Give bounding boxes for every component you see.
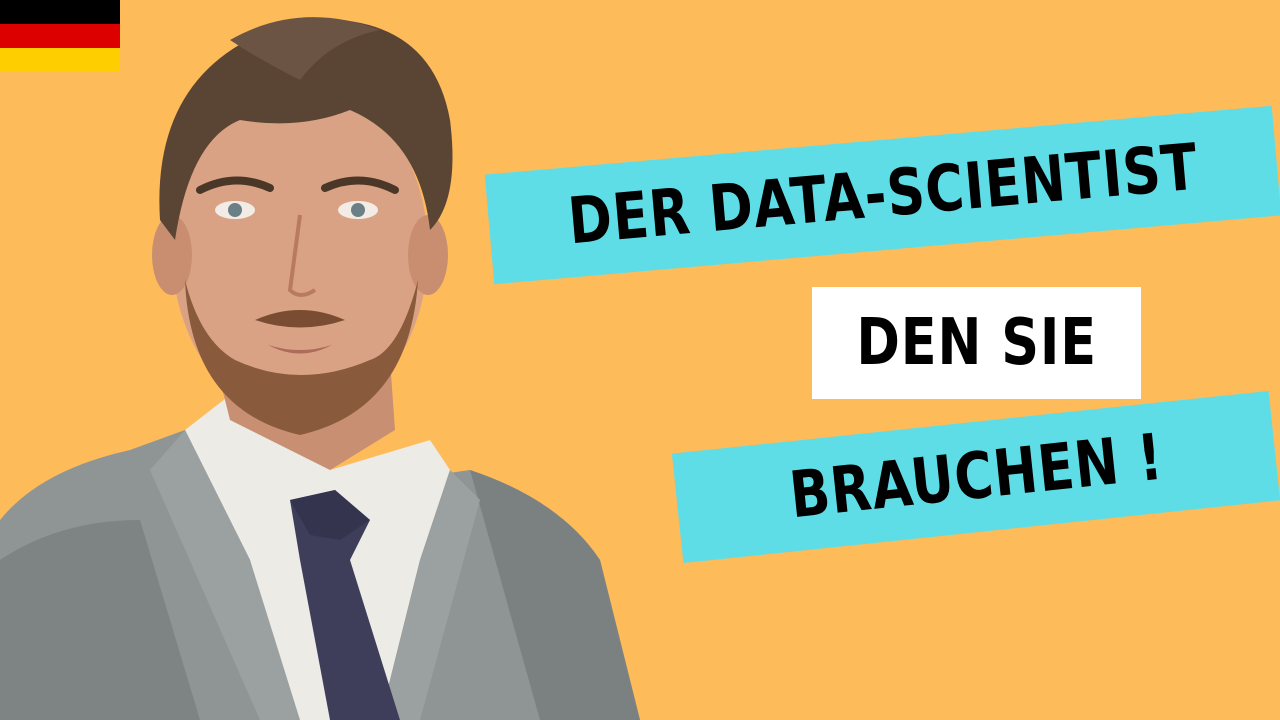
headline-line-2: DEN SIE — [856, 306, 1097, 380]
headline-line-1: DER DATA-SCIENTIST — [565, 130, 1201, 260]
headline-banner-2: DEN SIE — [812, 287, 1141, 399]
headline-line-3: BRAUCHEN ! — [785, 420, 1167, 534]
thumbnail: DER DATA-SCIENTIST DEN SIE BRAUCHEN ! — [0, 0, 1280, 720]
headline-banner-3: BRAUCHEN ! — [671, 390, 1280, 564]
portrait-photo — [0, 17, 640, 720]
